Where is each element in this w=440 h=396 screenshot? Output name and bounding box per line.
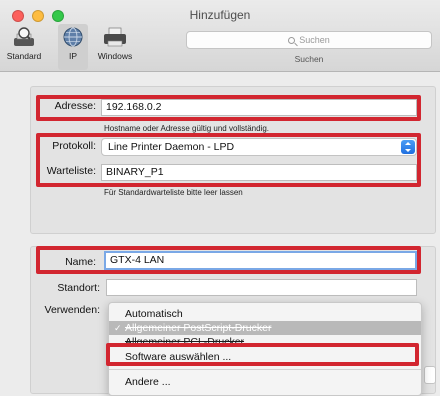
protokoll-select-value: Line Printer Daemon - LPD xyxy=(108,141,235,153)
verwenden-label: Verwenden: xyxy=(44,304,100,316)
search-placeholder: Suchen xyxy=(299,35,330,45)
add-button-edge[interactable] xyxy=(424,366,436,384)
menu-item-label: Allgemeiner PostScript-Drucker xyxy=(125,322,272,334)
globe-icon xyxy=(63,27,83,47)
magnifier-printer-icon xyxy=(14,27,34,46)
menu-item-automatisch[interactable]: Automatisch xyxy=(109,307,421,321)
menu-item-postscript[interactable]: ✓ Allgemeiner PostScript-Drucker xyxy=(109,321,421,335)
toolbar-ip-label: IP xyxy=(68,51,78,61)
toolbar: Hinzufügen Standard IP Windows Suchen Su… xyxy=(0,0,440,72)
menu-item-label: Andere ... xyxy=(125,376,171,388)
menu-separator xyxy=(109,369,421,370)
toolbar-windows-button[interactable]: Windows xyxy=(94,24,136,70)
standort-label: Standort: xyxy=(57,282,100,294)
adresse-hint: Hostname oder Adresse gültig und vollstä… xyxy=(104,124,269,133)
window-title: Hinzufügen xyxy=(189,8,251,22)
toolbar-ip-button[interactable]: IP xyxy=(58,24,88,70)
search-input[interactable]: Suchen xyxy=(186,31,432,49)
software-highlight-box xyxy=(106,343,419,366)
warteliste-label: Warteliste: xyxy=(46,165,96,177)
add-printer-window: Hinzufügen Standard IP Windows Suchen Su… xyxy=(0,0,440,396)
search-icon xyxy=(288,37,296,44)
chevron-updown-icon xyxy=(401,140,415,154)
warteliste-hint: Für Standardwarteliste bitte leer lassen xyxy=(104,188,243,197)
protokoll-label: Protokoll: xyxy=(52,140,96,152)
name-field[interactable]: GTX-4 LAN xyxy=(104,251,417,270)
adresse-label: Adresse: xyxy=(54,100,96,112)
menu-item-label: Automatisch xyxy=(125,308,183,320)
menu-item-andere[interactable]: Andere ... xyxy=(109,375,421,389)
toolbar-standard-label: Standard xyxy=(6,51,42,61)
warteliste-field[interactable]: BINARY_P1 xyxy=(101,164,417,181)
standort-field[interactable] xyxy=(106,279,417,296)
printer-icon xyxy=(104,27,126,47)
adresse-field[interactable]: 192.168.0.2 xyxy=(101,99,417,116)
name-label: Name: xyxy=(65,256,96,268)
search-caption: Suchen xyxy=(294,54,324,64)
toolbar-standard-button[interactable]: Standard xyxy=(4,24,44,70)
protokoll-select[interactable]: Line Printer Daemon - LPD xyxy=(101,138,417,156)
toolbar-windows-label: Windows xyxy=(97,51,133,61)
checkmark-icon: ✓ xyxy=(114,323,122,333)
